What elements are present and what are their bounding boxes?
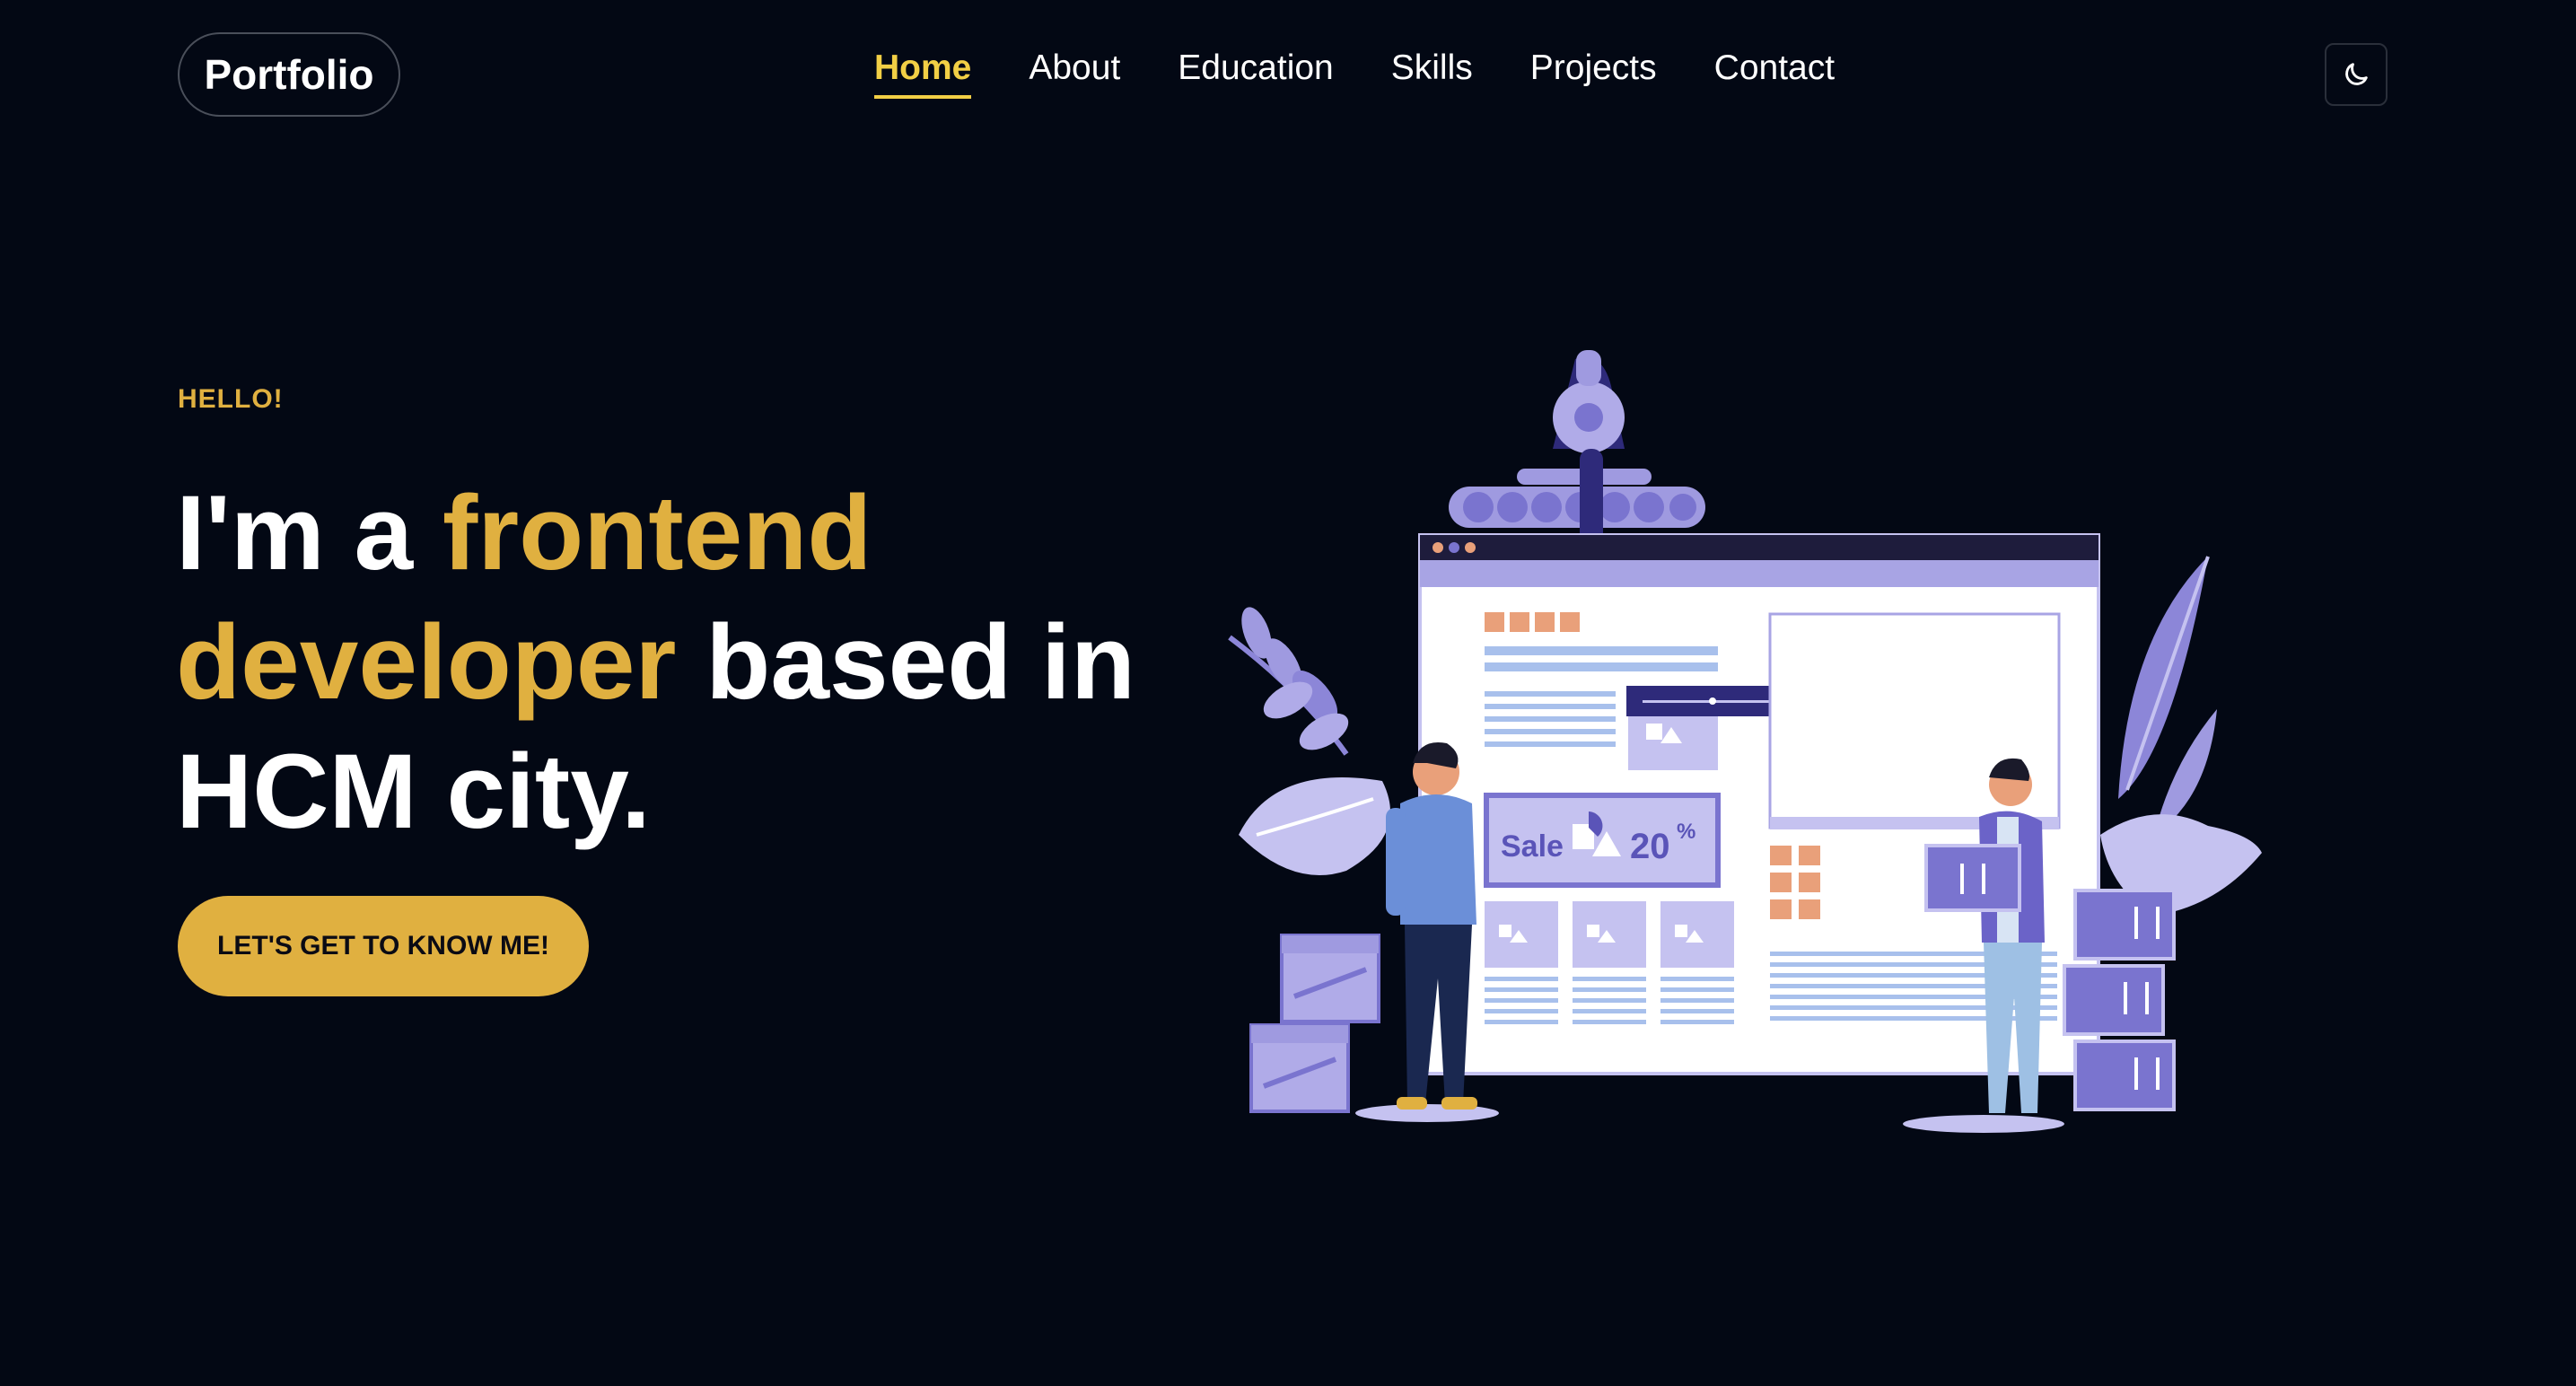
sale-percent-sign: % — [1677, 820, 1695, 844]
nav-home[interactable]: Home — [874, 48, 972, 99]
main-nav: Home About Education Skills Projects Con… — [874, 48, 1835, 99]
nav-skills[interactable]: Skills — [1391, 48, 1473, 99]
nav-about[interactable]: About — [1029, 48, 1120, 99]
sale-percent: 20 — [1630, 827, 1670, 866]
headline-part1: I'm a — [176, 474, 442, 592]
nav-contact[interactable]: Contact — [1714, 48, 1835, 99]
right-plant — [2100, 556, 2262, 916]
theme-toggle-button[interactable] — [2325, 43, 2388, 106]
get-to-know-me-button[interactable]: LET'S GET TO KNOW ME! — [178, 896, 589, 996]
hero-illustration: Sale 20 % — [1228, 350, 2262, 1133]
logo[interactable]: Portfolio — [178, 32, 400, 117]
nav-education[interactable]: Education — [1178, 48, 1333, 99]
sale-label: Sale — [1501, 829, 1564, 864]
hero-eyebrow: HELLO! — [178, 384, 284, 414]
left-plant — [1228, 607, 1390, 875]
page: Portfolio Home About Education Skills Pr… — [0, 0, 2576, 1386]
nav-projects[interactable]: Projects — [1530, 48, 1657, 99]
hero-headline: I'm a frontend developer based in HCM ci… — [176, 469, 1163, 856]
moon-icon — [2345, 63, 2368, 85]
boxes — [2063, 889, 2176, 1111]
crates — [1249, 934, 1380, 1113]
